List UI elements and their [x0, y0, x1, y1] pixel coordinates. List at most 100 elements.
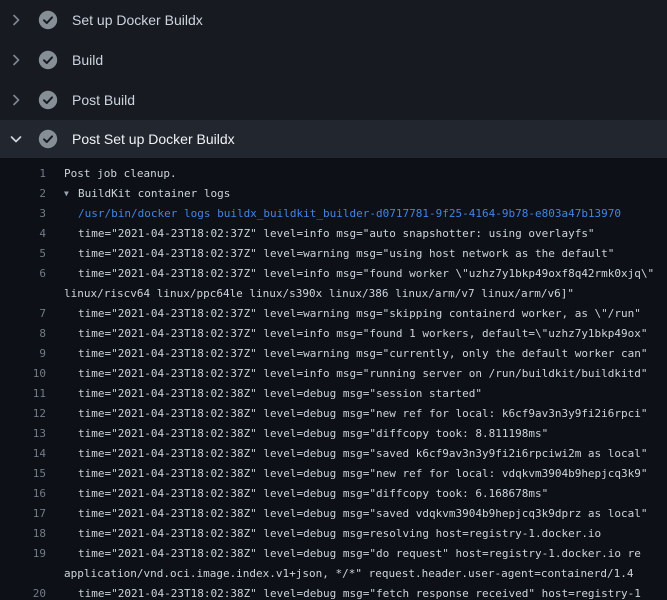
line-text: time="2021-04-23T18:02:37Z" level=warnin…: [78, 307, 641, 320]
log-view: 1 ▼Post job cleanup. 2 ▼BuildKit contain…: [0, 158, 667, 600]
log-line[interactable]: 3 ▼/usr/bin/docker logs buildx_buildkit_…: [0, 204, 667, 224]
chevron-right-icon[interactable]: [8, 52, 24, 68]
line-text: time="2021-04-23T18:02:38Z" level=debug …: [78, 447, 648, 460]
log-line[interactable]: 12 ▼time="2021-04-23T18:02:38Z" level=de…: [0, 404, 667, 424]
line-number[interactable]: 16: [0, 484, 46, 504]
log-line[interactable]: 17 ▼time="2021-04-23T18:02:38Z" level=de…: [0, 504, 667, 524]
line-text: /usr/bin/docker logs buildx_buildkit_bui…: [78, 207, 621, 220]
line-content: ▼time="2021-04-23T18:02:38Z" level=debug…: [78, 464, 648, 484]
step-row[interactable]: Set up Docker Buildx: [0, 0, 667, 40]
line-text: time="2021-04-23T18:02:38Z" level=debug …: [78, 407, 648, 420]
line-content: ▼time="2021-04-23T18:02:38Z" level=debug…: [78, 584, 641, 600]
line-number[interactable]: 2: [0, 184, 46, 204]
check-circle-icon: [38, 90, 58, 110]
log-line[interactable]: ▼application/vnd.oci.image.index.v1+json…: [0, 564, 667, 584]
line-number[interactable]: 14: [0, 444, 46, 464]
check-circle-icon: [38, 10, 58, 30]
line-content: ▼time="2021-04-23T18:02:38Z" level=debug…: [78, 504, 648, 524]
step-label: Set up Docker Buildx: [72, 12, 203, 28]
line-content: ▼time="2021-04-23T18:02:38Z" level=debug…: [78, 544, 641, 564]
log-line[interactable]: 15 ▼time="2021-04-23T18:02:38Z" level=de…: [0, 464, 667, 484]
line-number[interactable]: 11: [0, 384, 46, 404]
line-number[interactable]: 5: [0, 244, 46, 264]
line-content: ▼time="2021-04-23T18:02:38Z" level=debug…: [78, 444, 648, 464]
line-content: ▼time="2021-04-23T18:02:37Z" level=warni…: [78, 304, 641, 324]
log-line[interactable]: 18 ▼time="2021-04-23T18:02:38Z" level=de…: [0, 524, 667, 544]
log-line[interactable]: 9 ▼time="2021-04-23T18:02:37Z" level=war…: [0, 344, 667, 364]
check-circle-icon: [38, 50, 58, 70]
log-line[interactable]: 10 ▼time="2021-04-23T18:02:37Z" level=in…: [0, 364, 667, 384]
step-label: Post Set up Docker Buildx: [72, 131, 235, 147]
log-line[interactable]: 7 ▼time="2021-04-23T18:02:37Z" level=war…: [0, 304, 667, 324]
line-content: ▼BuildKit container logs: [64, 184, 230, 204]
line-content: ▼Post job cleanup.: [64, 164, 177, 184]
line-text: time="2021-04-23T18:02:37Z" level=warnin…: [78, 347, 648, 360]
step-row[interactable]: Build: [0, 40, 667, 80]
group-caret-icon[interactable]: ▼: [64, 184, 78, 204]
log-line[interactable]: 14 ▼time="2021-04-23T18:02:38Z" level=de…: [0, 444, 667, 464]
line-number[interactable]: [0, 284, 46, 304]
line-content: ▼time="2021-04-23T18:02:37Z" level=info …: [78, 264, 654, 284]
line-number[interactable]: 12: [0, 404, 46, 424]
line-content: ▼time="2021-04-23T18:02:37Z" level=info …: [78, 364, 648, 384]
line-content: ▼time="2021-04-23T18:02:38Z" level=debug…: [78, 484, 548, 504]
line-text: application/vnd.oci.image.index.v1+json,…: [64, 567, 634, 580]
line-number[interactable]: 10: [0, 364, 46, 384]
step-row[interactable]: Post Set up Docker Buildx: [0, 120, 667, 158]
line-number[interactable]: 6: [0, 264, 46, 284]
line-number[interactable]: 17: [0, 504, 46, 524]
log-line[interactable]: 19 ▼time="2021-04-23T18:02:38Z" level=de…: [0, 544, 667, 564]
line-text: time="2021-04-23T18:02:37Z" level=info m…: [78, 227, 595, 240]
log-line[interactable]: ▼linux/riscv64 linux/ppc64le linux/s390x…: [0, 284, 667, 304]
line-content: ▼time="2021-04-23T18:02:37Z" level=info …: [78, 324, 648, 344]
log-line[interactable]: 20 ▼time="2021-04-23T18:02:38Z" level=de…: [0, 584, 667, 600]
line-content: ▼time="2021-04-23T18:02:37Z" level=warni…: [78, 344, 648, 364]
check-circle-icon: [38, 129, 58, 149]
step-label: Build: [72, 52, 103, 68]
line-text: BuildKit container logs: [78, 187, 230, 200]
log-line[interactable]: 2 ▼BuildKit container logs: [0, 184, 667, 204]
step-row[interactable]: Post Build: [0, 80, 667, 120]
line-text: time="2021-04-23T18:02:37Z" level=info m…: [78, 367, 648, 380]
log-line[interactable]: 8 ▼time="2021-04-23T18:02:37Z" level=inf…: [0, 324, 667, 344]
line-number[interactable]: 8: [0, 324, 46, 344]
chevron-right-icon[interactable]: [8, 92, 24, 108]
log-line[interactable]: 16 ▼time="2021-04-23T18:02:38Z" level=de…: [0, 484, 667, 504]
line-text: linux/riscv64 linux/ppc64le linux/s390x …: [64, 287, 574, 300]
line-text: time="2021-04-23T18:02:37Z" level=warnin…: [78, 247, 614, 260]
line-content: ▼time="2021-04-23T18:02:38Z" level=debug…: [78, 424, 548, 444]
line-number[interactable]: 15: [0, 464, 46, 484]
log-line[interactable]: 1 ▼Post job cleanup.: [0, 164, 667, 184]
line-text: time="2021-04-23T18:02:38Z" level=debug …: [78, 507, 648, 520]
line-text: time="2021-04-23T18:02:38Z" level=debug …: [78, 387, 482, 400]
line-text: Post job cleanup.: [64, 167, 177, 180]
line-number[interactable]: 1: [0, 164, 46, 184]
line-content: ▼/usr/bin/docker logs buildx_buildkit_bu…: [78, 204, 621, 224]
line-number[interactable]: 13: [0, 424, 46, 444]
line-text: time="2021-04-23T18:02:37Z" level=info m…: [78, 327, 648, 340]
log-line[interactable]: 13 ▼time="2021-04-23T18:02:38Z" level=de…: [0, 424, 667, 444]
line-number[interactable]: 20: [0, 584, 46, 600]
line-number[interactable]: 9: [0, 344, 46, 364]
line-number[interactable]: 7: [0, 304, 46, 324]
line-content: ▼time="2021-04-23T18:02:37Z" level=warni…: [78, 244, 614, 264]
line-number[interactable]: 19: [0, 544, 46, 564]
line-text: time="2021-04-23T18:02:37Z" level=info m…: [78, 267, 654, 280]
line-number[interactable]: 18: [0, 524, 46, 544]
line-number[interactable]: [0, 564, 46, 584]
log-line[interactable]: 5 ▼time="2021-04-23T18:02:37Z" level=war…: [0, 244, 667, 264]
chevron-right-icon[interactable]: [8, 12, 24, 28]
log-line[interactable]: 11 ▼time="2021-04-23T18:02:38Z" level=de…: [0, 384, 667, 404]
line-content: ▼time="2021-04-23T18:02:38Z" level=debug…: [78, 384, 482, 404]
log-line[interactable]: 4 ▼time="2021-04-23T18:02:37Z" level=inf…: [0, 224, 667, 244]
line-text: time="2021-04-23T18:02:38Z" level=debug …: [78, 527, 601, 540]
chevron-down-icon[interactable]: [8, 131, 24, 147]
line-content: ▼time="2021-04-23T18:02:37Z" level=info …: [78, 224, 595, 244]
line-text: time="2021-04-23T18:02:38Z" level=debug …: [78, 487, 548, 500]
log-line[interactable]: 6 ▼time="2021-04-23T18:02:37Z" level=inf…: [0, 264, 667, 284]
line-text: time="2021-04-23T18:02:38Z" level=debug …: [78, 467, 648, 480]
line-number[interactable]: 3: [0, 204, 46, 224]
line-number[interactable]: 4: [0, 224, 46, 244]
line-content: ▼application/vnd.oci.image.index.v1+json…: [64, 564, 634, 584]
line-text: time="2021-04-23T18:02:38Z" level=debug …: [78, 587, 641, 600]
